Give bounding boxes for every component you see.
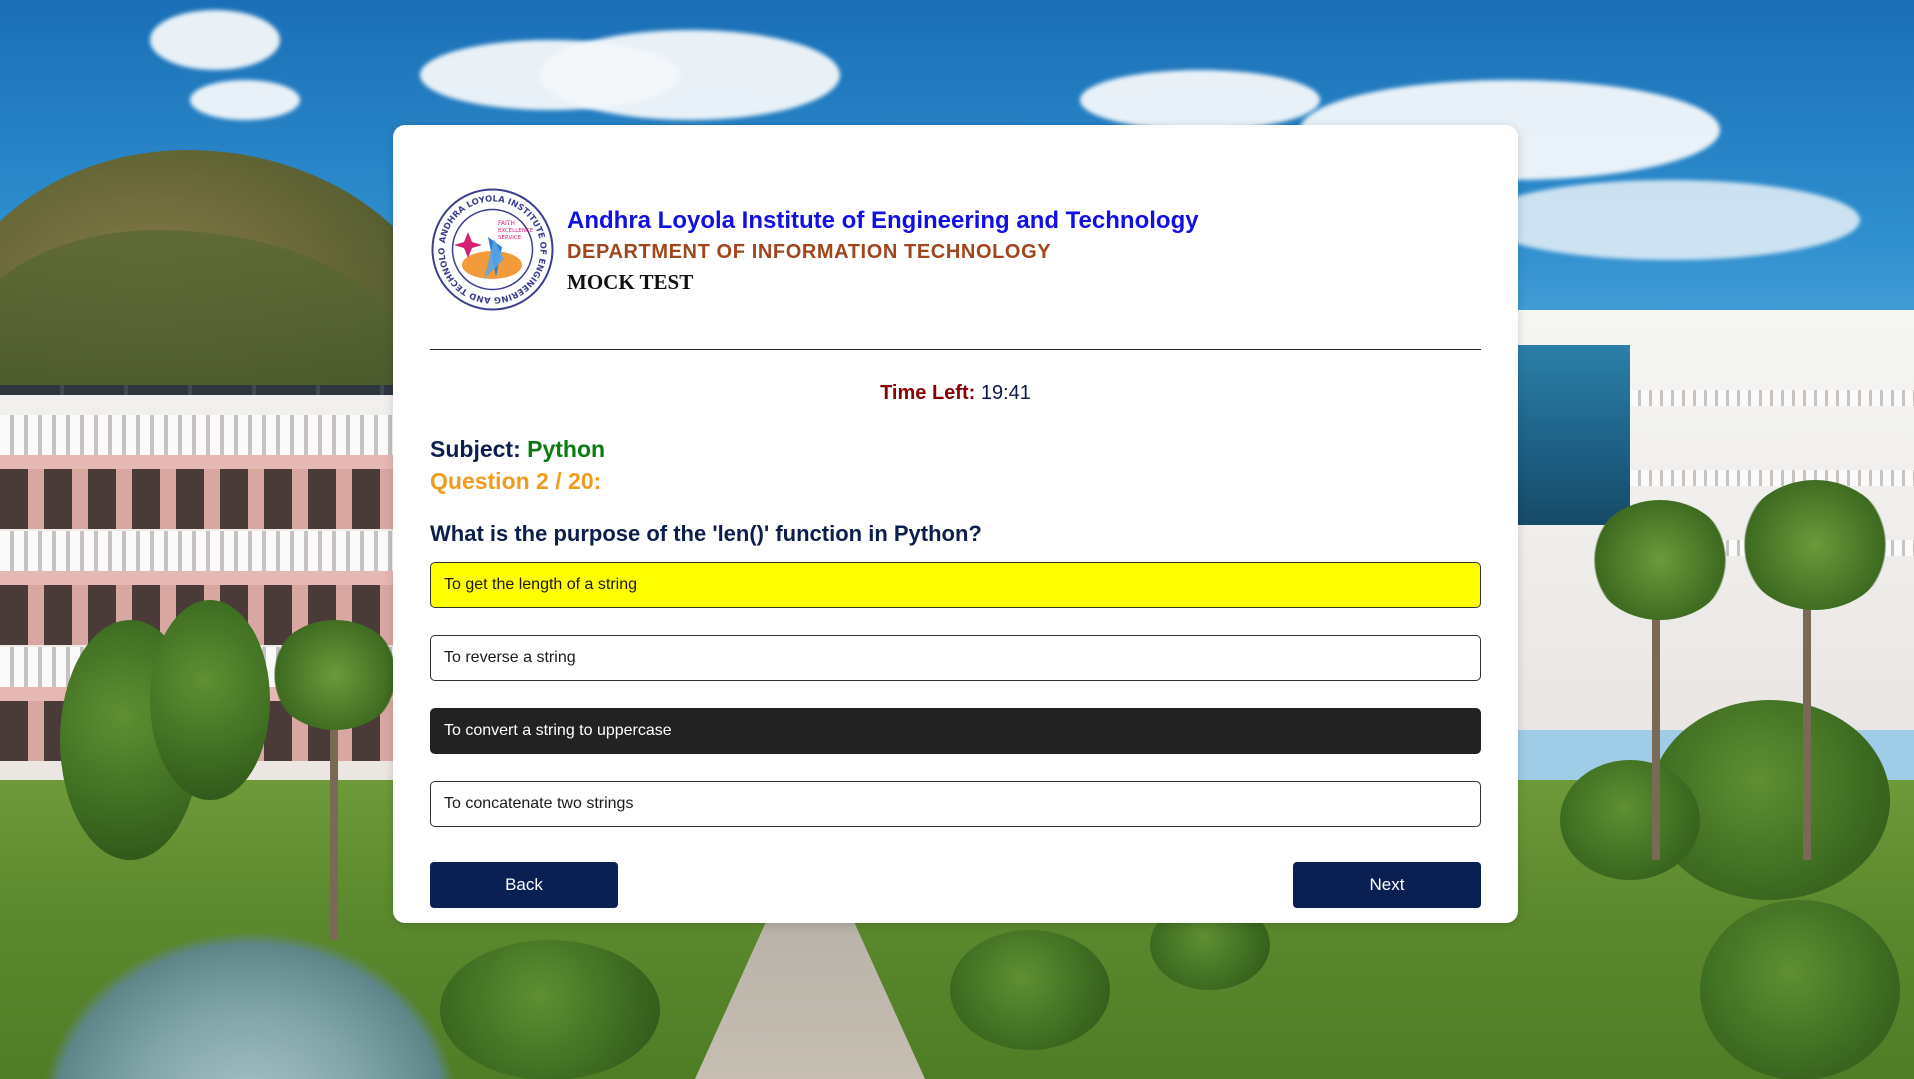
question-text: What is the purpose of the 'len()' funct… [430,521,982,546]
college-emblem-icon: ANDHRA LOYOLA INSTITUTE OF ENGINEERING A… [426,180,555,312]
timer: Time Left: 19:41 [393,382,1518,405]
svg-text:FAITH: FAITH [498,220,515,227]
subject-label: Subject: [430,436,521,462]
answer-option-label: To reverse a string [444,649,576,666]
department-name: DEPARTMENT OF INFORMATION TECHNOLOGY [567,241,1052,263]
next-button[interactable]: Next [1293,862,1481,908]
quiz-card: ANDHRA LOYOLA INSTITUTE OF ENGINEERING A… [393,125,1518,923]
header-divider [430,349,1481,350]
college-name: Andhra Loyola Institute of Engineering a… [567,207,1199,234]
answer-option-label: To concatenate two strings [444,795,634,812]
answer-option-hovered[interactable]: To convert a string to uppercase [430,708,1481,754]
question-counter: Question 2 / 20: [430,468,602,494]
answer-option-label: To get the length of a string [444,576,638,593]
header-titles: Andhra Loyola Institute of Engineering a… [567,207,1199,295]
subject-line: Subject: Python [430,436,605,463]
svg-text:SERVICE: SERVICE [498,235,522,241]
page-header: ANDHRA LOYOLA INSTITUTE OF ENGINEERING A… [426,180,1481,313]
back-button[interactable]: Back [430,862,618,908]
answer-option-label: To convert a string to uppercase [444,722,672,739]
answer-option-selected[interactable]: To get the length of a string [430,562,1481,608]
answer-option[interactable]: To reverse a string [430,635,1481,681]
svg-text:EXCELLENCE: EXCELLENCE [498,228,534,234]
test-title: MOCK TEST [567,270,694,294]
timer-value: 19:41 [980,382,1031,404]
answer-option[interactable]: To concatenate two strings [430,781,1481,827]
timer-label: Time Left: [880,382,976,404]
subject-value: Python [527,436,606,462]
